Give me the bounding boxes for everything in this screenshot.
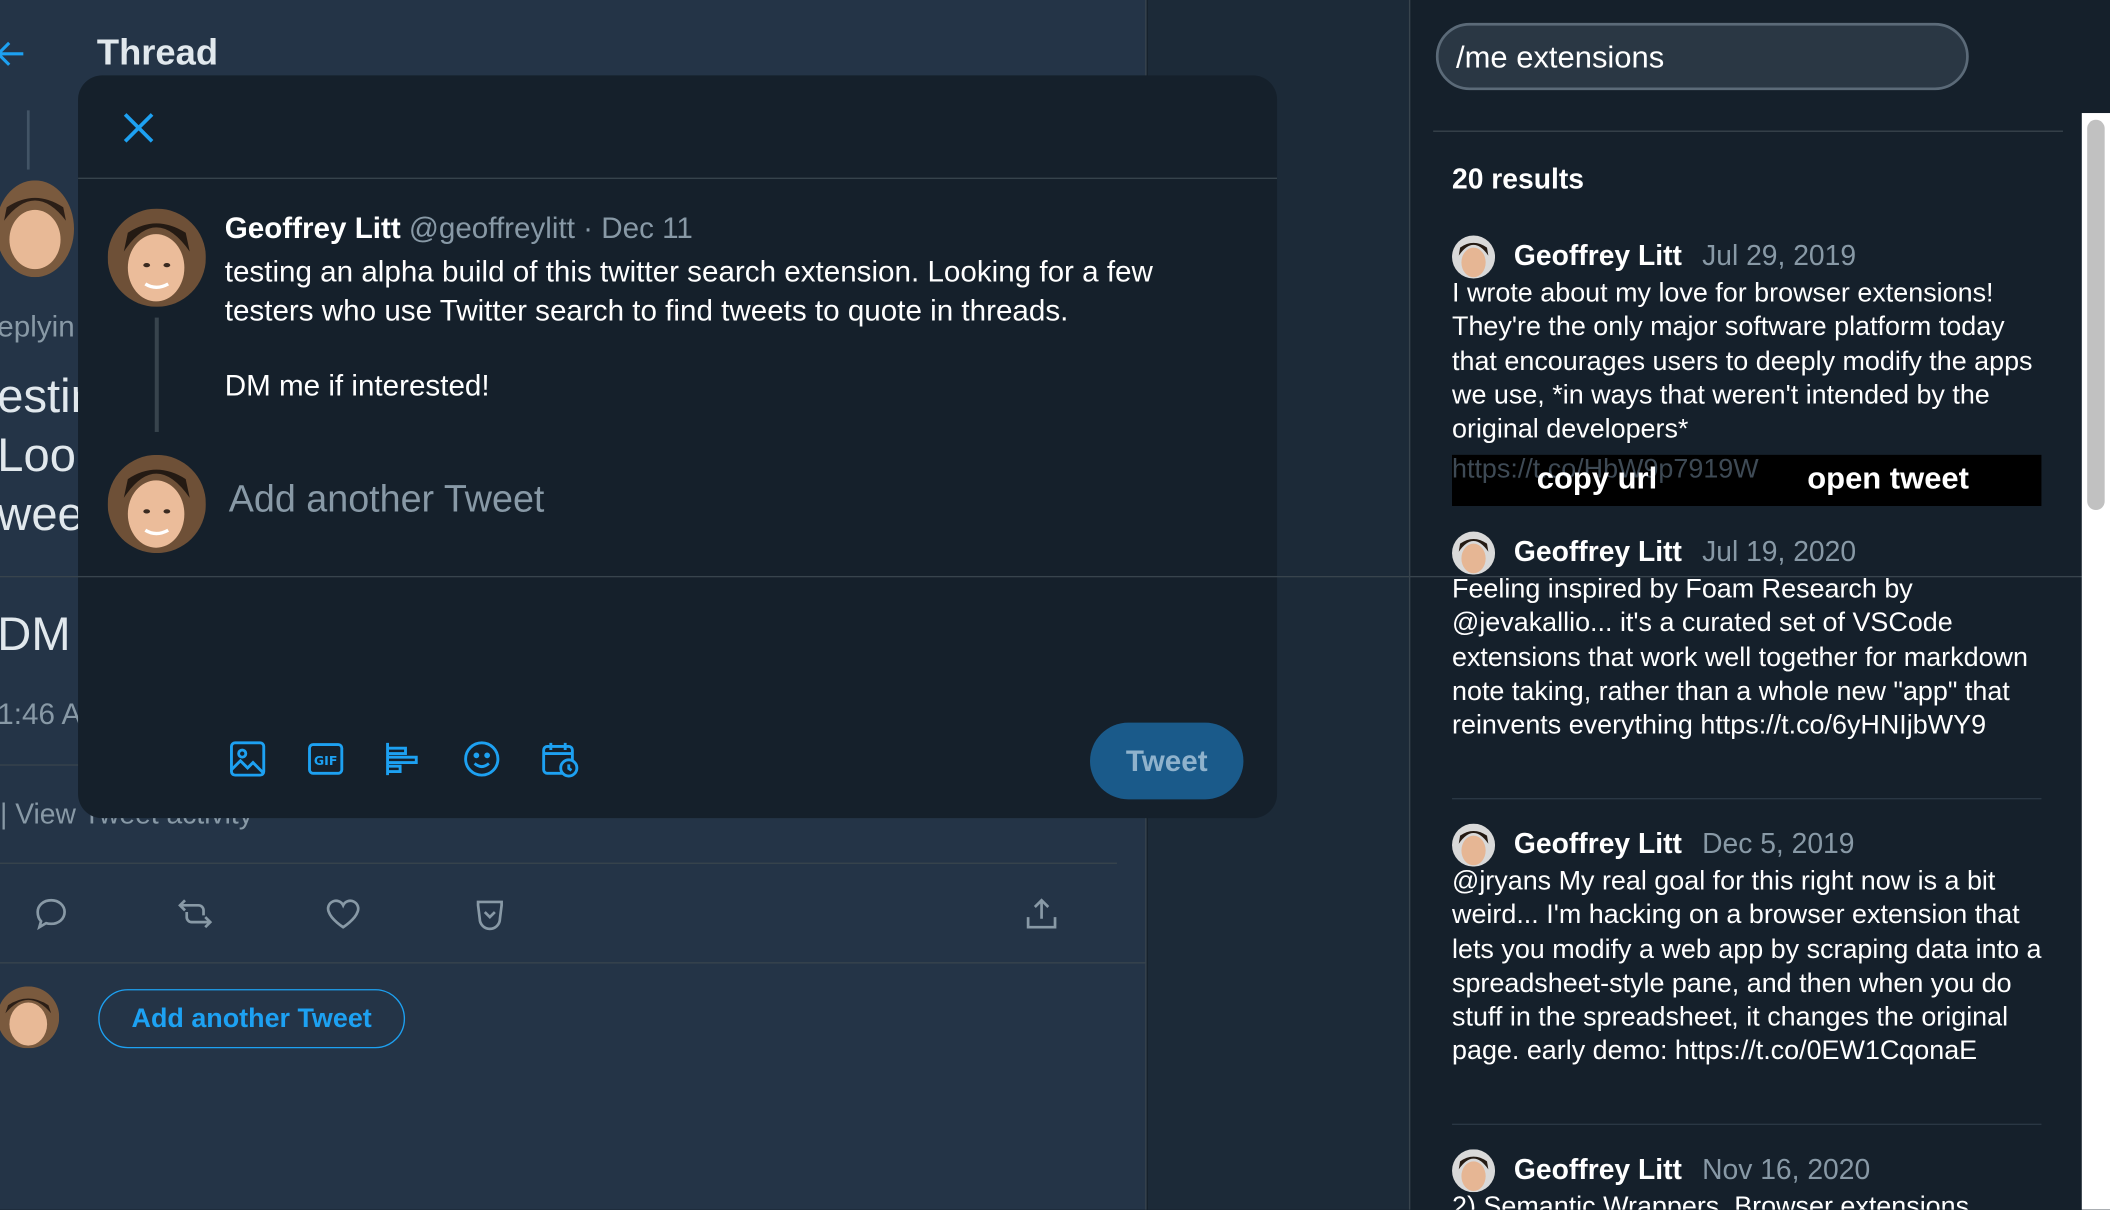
divider (0, 575, 2082, 578)
divider (1433, 130, 2063, 132)
result-author: Geoffrey Litt (1513, 1154, 1682, 1186)
tweet-text-fragment: wee (0, 488, 84, 541)
divider (1452, 1123, 2042, 1126)
tweet-button[interactable]: Tweet (1090, 722, 1244, 800)
poll-icon[interactable] (382, 737, 425, 780)
result-text: 2) Semantic Wrappers. Browser extensions (1452, 1192, 1970, 1210)
tweet-author: Geoffrey Litt @geoffreylitt · Dec 11 (225, 211, 693, 246)
avatar (1452, 823, 1496, 867)
avatar[interactable] (107, 208, 206, 307)
avatar (1452, 235, 1496, 279)
reply-icon[interactable] (31, 894, 71, 934)
replying-to-text: eplyin (0, 309, 75, 344)
back-arrow-icon[interactable] (0, 35, 30, 73)
bookmark-icon[interactable] (470, 894, 510, 934)
open-tweet-button[interactable]: open tweet (1807, 460, 1969, 496)
copy-url-button[interactable]: copy url (1537, 460, 1657, 496)
modal-header (78, 75, 1278, 179)
share-icon[interactable] (1021, 894, 1061, 934)
emoji-icon[interactable] (460, 737, 503, 780)
avatar[interactable] (0, 986, 60, 1049)
search-result[interactable]: Geoffrey Litt Dec 5, 2019 @jryans My rea… (1452, 823, 2044, 1070)
search-result[interactable]: Geoffrey Litt Jul 19, 2020 Feeling inspi… (1452, 531, 2044, 744)
scrollbar-thumb[interactable] (2087, 119, 2105, 511)
author-name[interactable]: Geoffrey Litt (225, 211, 401, 245)
result-date: Jul 19, 2020 (1702, 536, 1857, 568)
tweet-text: DM me if interested! (224, 368, 490, 403)
tweet-text-fragment: estir (0, 370, 87, 423)
search-result[interactable]: Geoffrey Litt Nov 16, 2020 2) Semantic W… (1452, 1149, 2044, 1210)
avatar (107, 454, 206, 554)
tweet-timestamp: 1:46 A (0, 697, 82, 731)
search-input[interactable]: /me extensions (1435, 22, 1969, 91)
result-text: Feeling inspired by Foam Research by @je… (1452, 574, 2028, 741)
add-another-tweet-button[interactable]: Add another Tweet (98, 989, 406, 1049)
result-date: Jul 29, 2019 (1702, 240, 1857, 272)
avatar (1452, 1149, 1496, 1193)
divider (0, 962, 1147, 964)
retweet-icon[interactable] (175, 894, 215, 934)
result-author: Geoffrey Litt (1513, 240, 1682, 272)
search-result[interactable]: Geoffrey Litt Jul 29, 2019 I wrote about… (1452, 235, 2044, 448)
tweet-text: testing an alpha build of this twitter s… (224, 254, 1153, 328)
like-icon[interactable] (323, 894, 363, 934)
result-author: Geoffrey Litt (1513, 828, 1682, 860)
composer-toolbar: GIF (226, 737, 581, 780)
tweet-body: testing an alpha build of this twitter s… (225, 252, 1248, 405)
thread-connector (154, 317, 159, 432)
gif-icon[interactable]: GIF (304, 737, 347, 780)
image-icon[interactable] (226, 737, 269, 780)
thread-connector (26, 110, 30, 170)
result-text: I wrote about my love for browser extens… (1452, 278, 2033, 445)
tweet-composer-input[interactable]: Add another Tweet (229, 478, 545, 521)
result-date: Nov 16, 2020 (1702, 1154, 1871, 1186)
author-handle: @geoffreylitt · Dec 11 (408, 211, 693, 245)
search-sidebar: /me extensions 20 results Geoffrey Litt … (1411, 0, 2110, 1210)
close-icon[interactable] (118, 108, 158, 148)
avatar (1452, 531, 1496, 575)
result-hover-actions: https://t.co/HbW9p7919W copy url open tw… (1452, 454, 2042, 506)
svg-text:GIF: GIF (314, 753, 338, 768)
divider (0, 862, 1117, 864)
results-count: 20 results (1452, 164, 1584, 196)
avatar[interactable] (0, 180, 75, 278)
result-date: Dec 5, 2019 (1702, 828, 1855, 860)
schedule-icon[interactable] (538, 737, 581, 780)
compose-modal: Geoffrey Litt @geoffreylitt · Dec 11 test… (78, 75, 1278, 819)
page-title: Thread (96, 32, 219, 73)
result-author: Geoffrey Litt (1513, 536, 1682, 568)
divider (1452, 798, 2042, 800)
result-text: @jryans My real goal for this right now … (1452, 866, 2042, 1067)
